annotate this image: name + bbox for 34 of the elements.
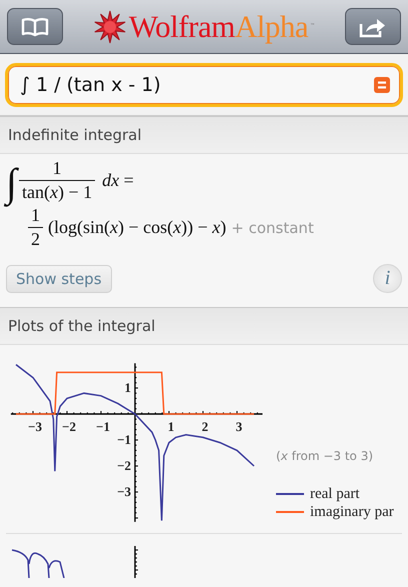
search-field[interactable]: ∫ 1 / (tan x - 1) — [5, 63, 403, 107]
tick-label: −1 — [117, 432, 131, 448]
numerator: 1 — [52, 158, 63, 180]
result-expression: (log(sin(x) − cos(x)) − x) — [48, 217, 226, 238]
tick-label: 1 — [124, 380, 131, 396]
numerator: 1 — [30, 205, 41, 227]
legend-swatch — [276, 493, 304, 496]
bookmarks-button[interactable] — [7, 8, 63, 45]
legend-label: imaginary par — [310, 504, 394, 521]
equals-icon[interactable] — [374, 77, 390, 93]
denominator: 2 — [28, 226, 43, 250]
range-note: (x from −3 to 3) — [276, 449, 374, 464]
differential: dx = — [102, 170, 134, 192]
star-logo-icon — [92, 10, 127, 44]
denominator: tan(x) − 1 — [18, 180, 96, 204]
legend-swatch — [276, 511, 304, 514]
section-title: Plots of the integral — [8, 317, 156, 336]
book-icon — [20, 16, 50, 36]
tick-label: −3 — [117, 484, 131, 500]
tick-label: −3 — [28, 419, 42, 434]
section-title: Indefinite integral — [8, 126, 142, 144]
logo-text: Wolfram — [128, 8, 235, 44]
tick-label: 1 — [168, 419, 174, 434]
info-button[interactable]: i — [373, 264, 402, 294]
show-steps-button[interactable]: Show steps — [6, 264, 112, 293]
tick-label: 2 — [202, 419, 208, 434]
share-button[interactable] — [345, 8, 401, 45]
legend-label: real part — [310, 486, 360, 503]
constant-term: + constant — [231, 218, 314, 237]
logo-text: Alpha — [234, 8, 308, 44]
tick-label: −2 — [62, 419, 76, 434]
tick-label: 3 — [236, 419, 242, 434]
tick-label: −2 — [117, 458, 131, 474]
tick-label: −1 — [96, 419, 110, 434]
